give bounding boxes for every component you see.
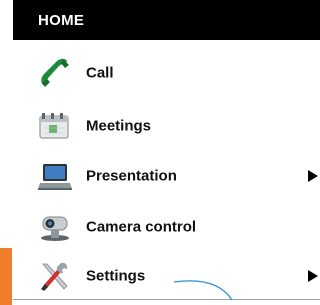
laptop-icon <box>38 164 72 190</box>
calendar-icon <box>39 113 69 139</box>
menu-header: HOME <box>13 0 320 40</box>
menu-item-label: Camera control <box>86 218 197 236</box>
submenu-arrow-icon <box>308 170 318 182</box>
menu-item-camera-control[interactable]: Camera control <box>13 202 320 252</box>
tools-icon <box>41 262 68 291</box>
menu-item-label: Settings <box>86 267 146 285</box>
menu-item-call[interactable]: Call <box>13 48 320 98</box>
bottom-divider <box>13 299 320 300</box>
phone-icon <box>41 58 69 87</box>
menu-item-label: Meetings <box>86 117 152 135</box>
menu-item-meetings[interactable]: Meetings <box>13 101 320 151</box>
submenu-arrow-icon <box>308 270 318 282</box>
selection-indicator <box>0 248 12 305</box>
menu-item-presentation[interactable]: Presentation <box>13 151 320 201</box>
webcam-icon <box>41 216 69 241</box>
menu-item-settings[interactable]: Settings <box>13 251 320 301</box>
home-menu-panel: HOME Call Meetings Presentation Camera c… <box>13 0 320 305</box>
menu-item-label: Call <box>86 64 114 82</box>
page-title: HOME <box>38 11 85 29</box>
menu-item-label: Presentation <box>86 167 177 185</box>
